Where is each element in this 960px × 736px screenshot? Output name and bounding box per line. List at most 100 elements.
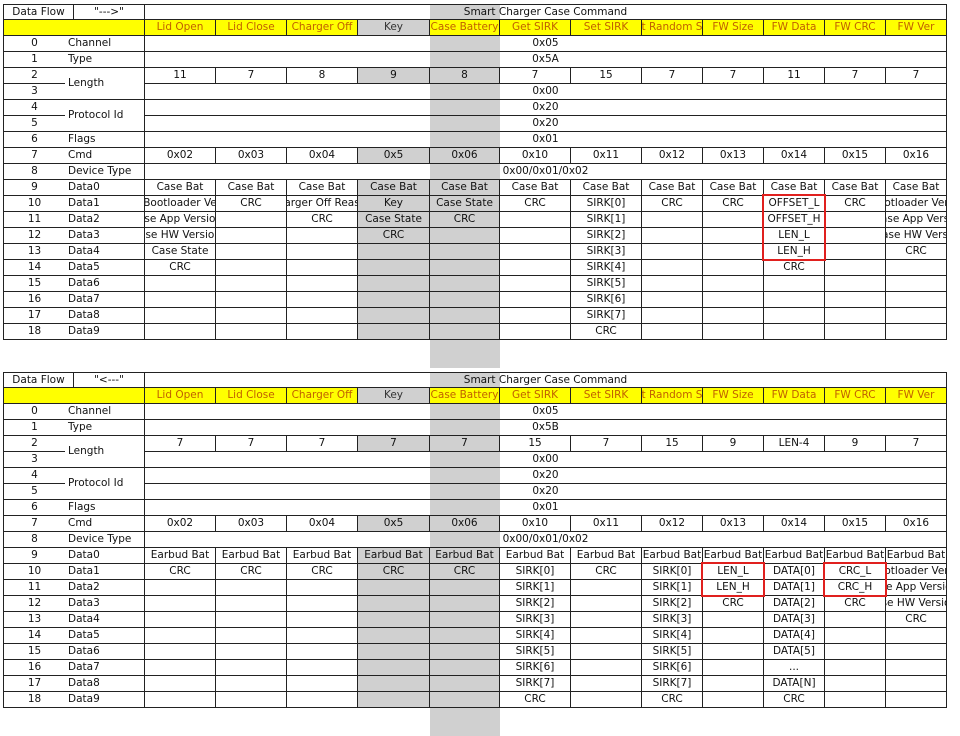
table-cell[interactable]: 7 bbox=[216, 68, 287, 84]
row-index[interactable]: 2 bbox=[3, 436, 65, 452]
table-cell[interactable] bbox=[886, 308, 947, 324]
table-cell[interactable]: OFFSET_L bbox=[764, 196, 825, 212]
flow-direction[interactable]: "--->" bbox=[74, 4, 145, 20]
row-index[interactable]: 8 bbox=[3, 532, 65, 548]
table-cell[interactable] bbox=[358, 580, 430, 596]
row-label[interactable]: Flags bbox=[65, 500, 145, 516]
table-cell[interactable] bbox=[703, 676, 764, 692]
table-cell[interactable]: Case App Versio bbox=[886, 212, 947, 228]
table-cell[interactable]: SIRK[0] bbox=[500, 564, 571, 580]
table-cell[interactable]: LEN-4 bbox=[764, 436, 825, 452]
table-cell[interactable]: 7 bbox=[358, 436, 430, 452]
row-index[interactable]: 16 bbox=[3, 292, 65, 308]
table-cell[interactable] bbox=[216, 244, 287, 260]
table-cell[interactable] bbox=[287, 676, 358, 692]
table-cell[interactable]: 0x5 bbox=[358, 516, 430, 532]
table-cell[interactable]: SIRK[6] bbox=[500, 660, 571, 676]
row-index[interactable]: 4 bbox=[3, 468, 65, 484]
table-cell[interactable] bbox=[145, 644, 216, 660]
table-cell[interactable]: CRC bbox=[703, 596, 764, 612]
table-cell[interactable] bbox=[287, 612, 358, 628]
table-cell[interactable]: SIRK[1] bbox=[571, 212, 642, 228]
table-cell[interactable] bbox=[358, 244, 430, 260]
table-cell[interactable]: SIRK[7] bbox=[642, 676, 703, 692]
table-cell[interactable]: 0x10 bbox=[500, 516, 571, 532]
table-cell[interactable]: Earbud Bat bbox=[764, 548, 825, 564]
table-cell[interactable] bbox=[358, 612, 430, 628]
table-cell[interactable]: 0x13 bbox=[703, 516, 764, 532]
table-cell[interactable]: 0x06 bbox=[430, 148, 500, 164]
table-cell[interactable]: arger Off Reas bbox=[287, 196, 358, 212]
table-cell[interactable]: Case Bat bbox=[430, 180, 500, 196]
table-cell[interactable] bbox=[764, 292, 825, 308]
row-label[interactable]: Data3 bbox=[65, 228, 145, 244]
column-header[interactable]: Lid Close bbox=[216, 388, 287, 404]
table-cell[interactable]: DATA[1] bbox=[764, 580, 825, 596]
table-cell[interactable] bbox=[886, 276, 947, 292]
table-cell[interactable]: SIRK[5] bbox=[571, 276, 642, 292]
row-label[interactable]: Device Type bbox=[65, 164, 145, 180]
table-cell[interactable]: 7 bbox=[500, 68, 571, 84]
table-cell[interactable] bbox=[571, 676, 642, 692]
row-label[interactable]: Data1 bbox=[65, 564, 145, 580]
table-cell[interactable]: ase HW Version bbox=[145, 228, 216, 244]
table-cell[interactable] bbox=[703, 244, 764, 260]
row-index[interactable]: 7 bbox=[3, 516, 65, 532]
table-cell[interactable] bbox=[216, 228, 287, 244]
table-cell[interactable] bbox=[216, 612, 287, 628]
column-header[interactable]: Lid Open bbox=[145, 20, 216, 36]
table-cell[interactable]: DATA[N] bbox=[764, 676, 825, 692]
table-cell[interactable]: Earbud Bat bbox=[287, 548, 358, 564]
table-cell[interactable]: DATA[3] bbox=[764, 612, 825, 628]
row-index[interactable]: 5 bbox=[3, 116, 65, 132]
table-cell[interactable] bbox=[287, 260, 358, 276]
merged-value-cell[interactable]: 0x05 bbox=[145, 404, 947, 420]
table-cell[interactable]: 7 bbox=[571, 436, 642, 452]
table-cell[interactable]: LEN_L bbox=[764, 228, 825, 244]
row-index[interactable]: 8 bbox=[3, 164, 65, 180]
column-header[interactable]: t Random S bbox=[642, 388, 703, 404]
merged-value-cell[interactable]: 0x20 bbox=[145, 116, 947, 132]
table-cell[interactable] bbox=[216, 580, 287, 596]
table-cell[interactable] bbox=[287, 580, 358, 596]
table-cell[interactable]: Case Bat bbox=[886, 180, 947, 196]
column-header[interactable]: FW Ver bbox=[886, 388, 947, 404]
table-cell[interactable]: SIRK[4] bbox=[642, 628, 703, 644]
table-cell[interactable] bbox=[430, 644, 500, 660]
row-label[interactable]: Data4 bbox=[65, 612, 145, 628]
table-cell[interactable]: CRC bbox=[825, 196, 886, 212]
table-cell[interactable] bbox=[703, 228, 764, 244]
table-cell[interactable] bbox=[145, 580, 216, 596]
column-header[interactable]: Key bbox=[358, 388, 430, 404]
table-cell[interactable]: 0x06 bbox=[430, 516, 500, 532]
table-cell[interactable] bbox=[216, 660, 287, 676]
table-cell[interactable]: CRC bbox=[764, 260, 825, 276]
row-index[interactable]: 13 bbox=[3, 612, 65, 628]
table-cell[interactable] bbox=[825, 692, 886, 708]
table-cell[interactable] bbox=[145, 596, 216, 612]
table-cell[interactable] bbox=[287, 628, 358, 644]
table-cell[interactable] bbox=[703, 308, 764, 324]
table-cell[interactable] bbox=[145, 324, 216, 340]
row-index[interactable]: 17 bbox=[3, 308, 65, 324]
table-cell[interactable] bbox=[764, 324, 825, 340]
table-cell[interactable]: Earbud Bat bbox=[430, 548, 500, 564]
table-cell[interactable] bbox=[430, 324, 500, 340]
table-cell[interactable] bbox=[430, 692, 500, 708]
table-cell[interactable] bbox=[358, 324, 430, 340]
table-cell[interactable]: SIRK[2] bbox=[642, 596, 703, 612]
table-cell[interactable] bbox=[430, 660, 500, 676]
table-cell[interactable] bbox=[500, 244, 571, 260]
table-cell[interactable]: SIRK[4] bbox=[500, 628, 571, 644]
table-cell[interactable] bbox=[287, 308, 358, 324]
table-cell[interactable]: Case Bat bbox=[703, 180, 764, 196]
table-cell[interactable] bbox=[145, 276, 216, 292]
table-cell[interactable] bbox=[145, 692, 216, 708]
row-index[interactable]: 3 bbox=[3, 452, 65, 468]
table-cell[interactable]: SIRK[5] bbox=[642, 644, 703, 660]
table-cell[interactable]: SIRK[1] bbox=[642, 580, 703, 596]
row-label[interactable]: Data2 bbox=[65, 580, 145, 596]
table-cell[interactable] bbox=[642, 292, 703, 308]
row-label[interactable]: Device Type bbox=[65, 532, 145, 548]
table-cell[interactable]: Earbud Bat bbox=[145, 548, 216, 564]
